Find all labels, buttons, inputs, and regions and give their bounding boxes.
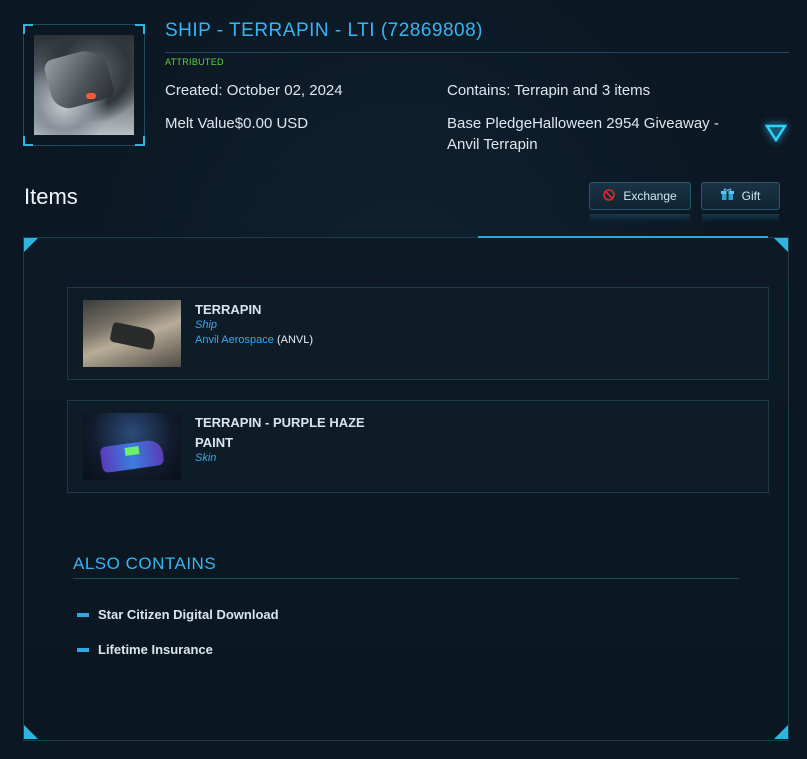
panel-accent-line [478,236,768,238]
frame-corner [23,24,33,34]
triangle-down-icon[interactable] [765,124,787,142]
panel-corner [774,238,788,252]
item-thumbnail [83,300,181,367]
item-title: TERRAPIN [195,302,262,317]
attributed-badge: ATTRIBUTED [165,57,224,67]
bullet-dash-icon [77,647,89,652]
button-reflection [590,214,690,222]
also-contains-item: Star Citizen Digital Download [77,607,279,622]
bullet-dash-icon [77,612,89,617]
contains-summary: Contains: Terrapin and 3 items [447,82,651,99]
vehicle-shape [99,438,165,474]
frame-corner [135,136,145,146]
melt-value: Melt Value$0.00 USD [165,115,309,132]
item-type: Ship [195,319,218,331]
panel-corner [24,725,38,739]
panel-corner [774,725,788,739]
title-divider [165,52,789,53]
pledge-title: SHIP - TERRAPIN - LTI (72869808) [165,20,484,41]
engine-glow [86,93,96,99]
also-contains-item: Lifetime Insurance [77,642,213,657]
pledge-ship-image [34,35,134,135]
also-contains-heading: ALSO CONTAINS [73,554,217,573]
item-card[interactable]: TERRAPIN Ship Anvil Aerospace (ANVL) [67,287,769,380]
item-title: TERRAPIN - PURPLE HAZE PAINT [195,415,365,450]
ship-hull-shape [42,45,116,113]
gift-button[interactable]: Gift [701,182,780,210]
vehicle-shape [109,321,157,351]
gift-box-icon [720,188,734,204]
base-pledge: Base PledgeHalloween 2954 Giveaway - Anv… [447,115,719,153]
manufacturer-name: Anvil Aerospace [195,334,274,346]
item-type: Skin [195,452,217,464]
gift-button-label: Gift [741,189,761,203]
also-contains-label: Lifetime Insurance [98,642,213,657]
created-date: Created: October 02, 2024 [165,82,343,99]
frame-corner [135,24,145,34]
panel-corner [24,238,38,252]
no-entry-icon [603,188,616,204]
item-card[interactable]: TERRAPIN - PURPLE HAZE PAINT Skin [67,400,769,493]
items-heading: Items [24,184,78,209]
pledge-thumbnail-frame [23,24,145,146]
exchange-button[interactable]: Exchange [589,182,691,210]
button-reflection [702,214,779,222]
manufacturer-code: (ANVL) [276,334,314,346]
also-contains-label: Star Citizen Digital Download [98,607,279,622]
item-thumbnail [83,413,181,480]
frame-corner [23,136,33,146]
item-manufacturer: Anvil Aerospace (ANVL) [195,334,313,346]
also-contains-divider [73,578,739,579]
exchange-button-label: Exchange [623,189,677,203]
